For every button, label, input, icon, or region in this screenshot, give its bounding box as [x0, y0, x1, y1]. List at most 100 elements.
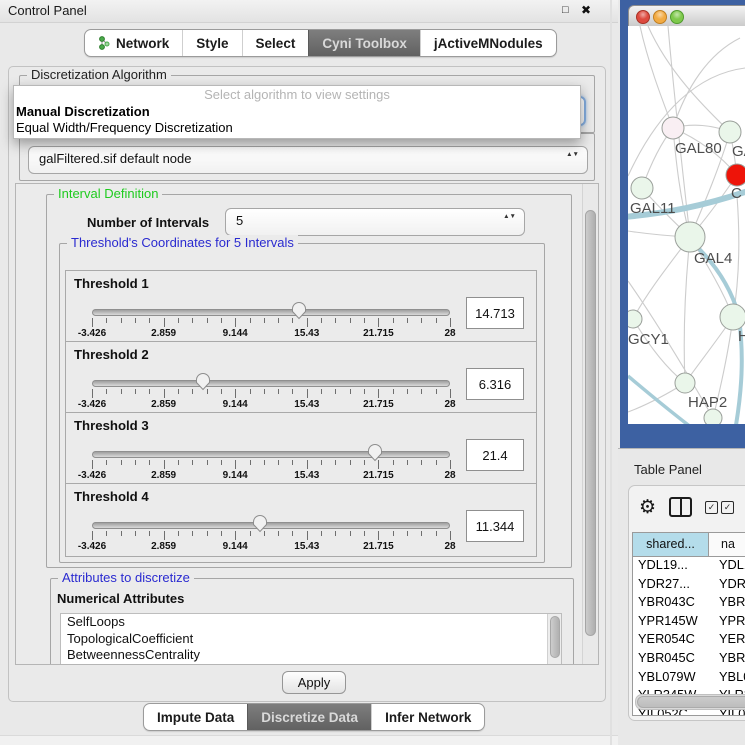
dock-splitter[interactable]: [610, 0, 612, 745]
close-traffic-light[interactable]: [636, 10, 650, 24]
threshold-row-4: Threshold 4-3.4262.8599.14415.4321.71528: [65, 483, 537, 557]
table-row[interactable]: YDL19...YDL1: [633, 557, 745, 576]
slider-track[interactable]: [92, 451, 450, 458]
attribute-item-topologicalcoefficient[interactable]: TopologicalCoefficient: [61, 631, 561, 648]
network-node-h[interactable]: [720, 304, 745, 330]
settings-scrollbar-thumb[interactable]: [585, 210, 596, 636]
network-node-gal4[interactable]: [675, 222, 705, 252]
gear-icon[interactable]: ⚙: [639, 498, 656, 517]
tick-mark: [421, 389, 422, 394]
attribute-item-selfloops[interactable]: SelfLoops: [61, 614, 561, 631]
slider-track[interactable]: [92, 522, 450, 529]
tick-mark: [350, 531, 351, 536]
network-edge: [673, 38, 740, 128]
table-panel-title: Table Panel: [634, 462, 702, 477]
apply-button[interactable]: Apply: [282, 671, 346, 694]
scale-label: 9.144: [223, 399, 248, 410]
tick-mark: [450, 531, 451, 540]
slider-ticks: [92, 389, 450, 399]
table-data-combobox[interactable]: galFiltered.sif default node ▲▼: [28, 146, 588, 174]
network-node-hap2[interactable]: [675, 373, 695, 393]
number-of-intervals-combobox[interactable]: 5 ▲▼: [225, 208, 525, 236]
tick-mark: [421, 460, 422, 465]
algorithm-option-manual-discretization[interactable]: Manual Discretization: [14, 104, 580, 120]
network-node[interactable]: [704, 409, 722, 424]
tab-infer-network[interactable]: Infer Network: [371, 704, 484, 730]
tick-mark: [264, 389, 265, 394]
tick-mark: [192, 460, 193, 465]
table-row[interactable]: YPR145WYPR1: [633, 613, 745, 632]
tick-mark: [393, 318, 394, 323]
table-row[interactable]: YBR045CYBR0: [633, 650, 745, 669]
scale-label: 21.715: [363, 328, 394, 339]
threshold-value-field[interactable]: [466, 297, 524, 329]
tick-mark: [92, 460, 93, 469]
scale-label: 28: [444, 328, 455, 339]
zoom-traffic-light[interactable]: [670, 10, 684, 24]
tick-mark: [450, 389, 451, 398]
split-columns-icon[interactable]: [669, 497, 692, 517]
attributes-group: Attributes to discretize Numerical Attri…: [50, 578, 574, 665]
tick-mark: [350, 389, 351, 394]
tick-mark: [393, 389, 394, 394]
table-row[interactable]: YDR27...YDR2: [633, 576, 745, 595]
tick-mark: [192, 318, 193, 323]
checkbox-icon[interactable]: ✓: [705, 501, 718, 514]
minimize-traffic-light[interactable]: [653, 10, 667, 24]
network-node-gal11[interactable]: [631, 177, 653, 199]
network-window-titlebar[interactable]: [628, 5, 745, 28]
column-header-name[interactable]: na: [709, 533, 745, 556]
tab-select[interactable]: Select: [242, 30, 309, 56]
tick-mark: [121, 318, 122, 323]
tick-mark: [378, 389, 379, 398]
tab-network[interactable]: Network: [85, 30, 182, 56]
attributes-scrollbar-thumb[interactable]: [550, 616, 560, 658]
slider-track[interactable]: [92, 309, 450, 316]
table-horizontal-scrollbar[interactable]: [635, 694, 745, 710]
tick-mark: [378, 460, 379, 469]
tick-mark: [178, 531, 179, 536]
table-hscrollbar-thumb[interactable]: [637, 696, 745, 708]
threshold-value-field[interactable]: [466, 510, 524, 542]
network-node-c[interactable]: [726, 164, 745, 186]
scale-label: 21.715: [363, 541, 394, 552]
algorithm-placeholder: Select algorithm to view settings: [14, 86, 580, 104]
slider-track[interactable]: [92, 380, 450, 387]
checkbox-icon[interactable]: ✓: [721, 501, 734, 514]
threshold-row-1: Threshold 1-3.4262.8599.14415.4321.71528: [65, 270, 537, 344]
scale-label: 28: [444, 399, 455, 410]
control-panel-tabs: NetworkStyleSelectCyni ToolboxjActiveMNo…: [84, 29, 557, 57]
slider-scale-labels: -3.4262.8599.14415.4321.71528: [92, 328, 450, 340]
network-node-gal80[interactable]: [662, 117, 684, 139]
cell-shared-name: YBR045C: [633, 650, 713, 669]
table-row[interactable]: YER054CYER0: [633, 631, 745, 650]
network-canvas[interactable]: GAL80GALCGAL11GAL4GCY1HHAP2: [628, 26, 745, 424]
scale-label: 9.144: [223, 328, 248, 339]
table-row[interactable]: YBR043CYBR0: [633, 594, 745, 613]
network-node-gcy1[interactable]: [628, 310, 642, 328]
tab-jactivemnodules[interactable]: jActiveMNodules: [420, 30, 556, 56]
float-window-icon[interactable]: □: [562, 4, 569, 16]
tab-label: Discretize Data: [261, 710, 358, 725]
network-node-gal[interactable]: [719, 121, 741, 143]
column-header-shared-name[interactable]: shared...: [633, 533, 709, 556]
network-node-label: GAL11: [630, 200, 676, 217]
tick-mark: [321, 460, 322, 465]
settings-vertical-scrollbar[interactable]: [582, 184, 598, 664]
tab-cyni-toolbox[interactable]: Cyni Toolbox: [308, 30, 420, 56]
threshold-value-field[interactable]: [466, 439, 524, 471]
tick-mark: [450, 318, 451, 327]
tab-style[interactable]: Style: [182, 30, 241, 56]
algorithm-option-equal-width-frequency-discretization[interactable]: Equal Width/Frequency Discretization: [14, 120, 580, 136]
cell-shared-name: YBL079W: [633, 669, 713, 688]
tab-impute-data[interactable]: Impute Data: [144, 704, 247, 730]
tick-mark: [436, 531, 437, 536]
threshold-value-field[interactable]: [466, 368, 524, 400]
attributes-scrollbar[interactable]: [547, 614, 561, 665]
close-icon[interactable]: ✖: [581, 3, 591, 17]
table-row[interactable]: YBL079WYBL0: [633, 669, 745, 688]
tab-discretize-data[interactable]: Discretize Data: [247, 704, 371, 730]
network-node-label: HAP2: [688, 394, 727, 411]
tick-mark: [121, 460, 122, 465]
attribute-item-betweennesscentrality[interactable]: BetweennessCentrality: [61, 647, 561, 664]
